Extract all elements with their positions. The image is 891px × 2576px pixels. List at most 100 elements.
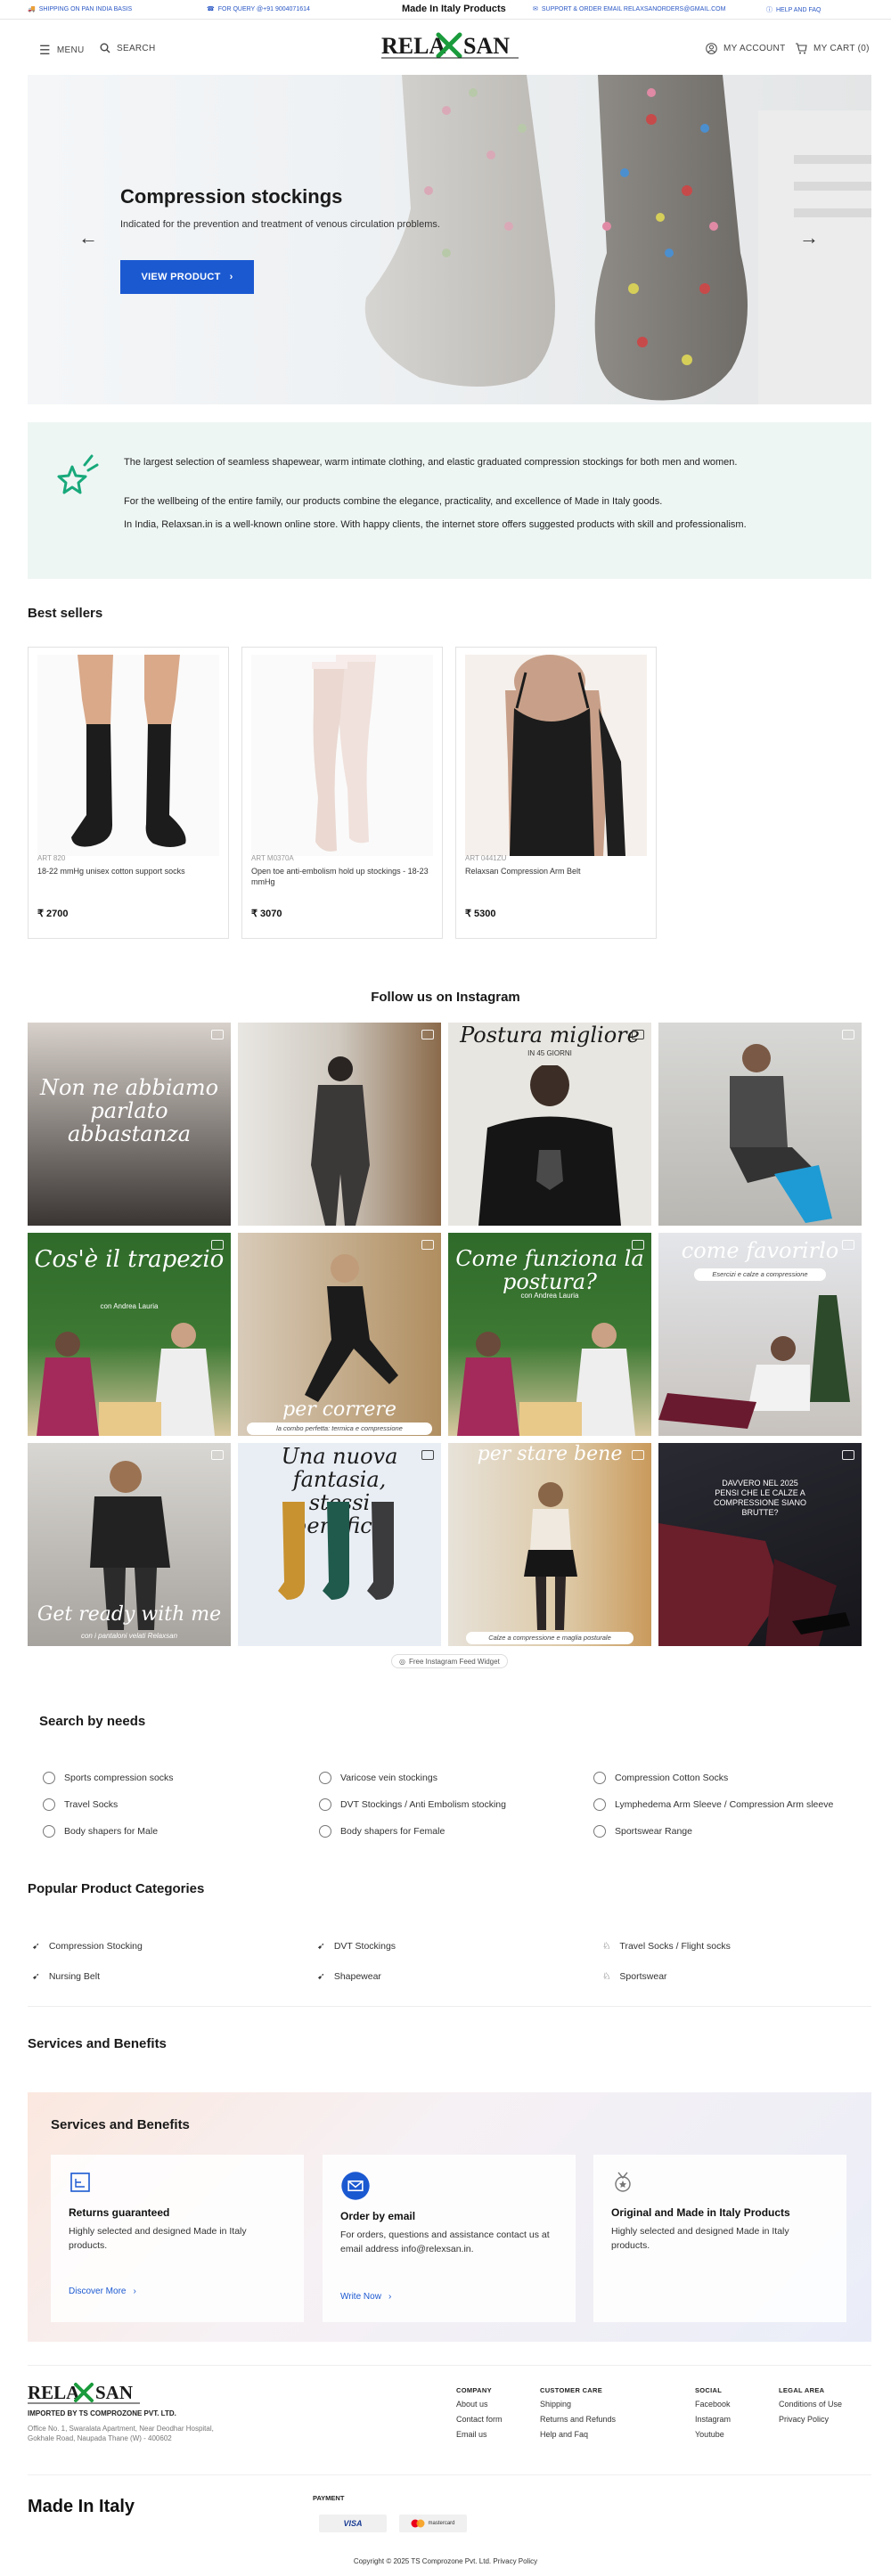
footer-link[interactable]: Conditions of Use — [779, 2400, 842, 2409]
instagram-post[interactable]: Una nuova fantasia, stessi benefici. — [238, 1443, 441, 1646]
top-bar: 🚚 SHIPPING ON PAN INDIA BASIS ☎ FOR QUER… — [0, 0, 891, 20]
svg-text:SAN: SAN — [95, 2382, 133, 2403]
svg-text:RELA: RELA — [28, 2382, 80, 2403]
video-icon — [211, 1450, 224, 1460]
link-label: Discover More — [69, 2287, 127, 2296]
service-card: Order by email For orders, questions and… — [323, 2155, 576, 2322]
product-card[interactable]: ART M0370A Open toe anti-embolism hold u… — [241, 647, 443, 939]
footer-link[interactable]: Help and Faq — [540, 2430, 588, 2439]
footer-link[interactable]: Youtube — [695, 2430, 724, 2439]
instagram-title: Follow us on Instagram — [371, 990, 520, 1005]
footer-logo[interactable]: RELA SAN — [28, 2380, 143, 2409]
email-icon — [341, 2172, 370, 2200]
video-icon — [421, 1030, 434, 1039]
footer-heading-legal: LEGAL AREA — [779, 2386, 825, 2394]
divider — [28, 2006, 871, 2007]
vein-icon — [319, 1772, 331, 1784]
category-item[interactable]: ♘ Sportswear — [602, 1971, 667, 1982]
product-image[interactable] — [37, 655, 219, 856]
view-product-button[interactable]: VIEW PRODUCT › — [120, 260, 254, 294]
search-button[interactable]: SEARCH — [100, 43, 155, 53]
query-info[interactable]: ☎ FOR QUERY @+91 9004071614 — [207, 5, 310, 13]
category-item[interactable]: ➹ DVT Stockings — [317, 1941, 396, 1952]
instagram-post[interactable]: Come funziona la postura? con Andrea Lau… — [448, 1233, 651, 1436]
instagram-post[interactable]: Cos'è il trapezio con Andrea Lauria — [28, 1233, 231, 1436]
need-label: DVT Stockings / Anti Embolism stocking — [340, 1799, 506, 1810]
product-card[interactable]: ART 0441ZU Relaxsan Compression Arm Belt… — [455, 647, 657, 939]
need-item[interactable]: Compression Cotton Socks — [593, 1772, 728, 1784]
product-image[interactable] — [465, 655, 647, 856]
needs-title: Search by needs — [39, 1714, 146, 1729]
need-item[interactable]: DVT Stockings / Anti Embolism stocking — [319, 1798, 506, 1811]
need-item[interactable]: Body shapers for Female — [319, 1825, 445, 1838]
category-item[interactable]: ➹ Nursing Belt — [32, 1971, 100, 1982]
menu-button[interactable]: ☰ MENU — [39, 43, 85, 58]
stocking-icon: ➹ — [32, 1941, 40, 1952]
category-item[interactable]: ➹ Shapewear — [317, 1971, 381, 1982]
info-paragraph-1: The largest selection of seamless shapew… — [124, 457, 738, 468]
hero-next-arrow-icon[interactable]: → — [799, 226, 819, 249]
support-text: SUPPORT & ORDER EMAIL RELAXSANORDERS@GMA… — [541, 5, 726, 12]
footer-link[interactable]: Contact form — [456, 2415, 503, 2424]
help-link[interactable]: ⓘ HELP AND FAQ — [766, 5, 821, 14]
sports-icon — [43, 1772, 55, 1784]
footer-link[interactable]: Email us — [456, 2430, 487, 2439]
category-item[interactable]: ➹ Compression Stocking — [32, 1941, 143, 1952]
instagram-post[interactable]: per stare bene Calze a compressione e ma… — [448, 1443, 651, 1646]
service-text: Highly selected and designed Made in Ita… — [611, 2226, 789, 2251]
write-now-link[interactable]: Write Now › — [340, 2292, 391, 2302]
footer-link[interactable]: About us — [456, 2400, 488, 2409]
support-info[interactable]: ✉ SUPPORT & ORDER EMAIL RELAXSANORDERS@G… — [533, 5, 726, 13]
payment-heading: PAYMENT — [313, 2494, 345, 2502]
info-paragraph-3: In India, Relaxsan.in is a well-known on… — [124, 519, 747, 530]
shipping-text: SHIPPING ON PAN INDIA BASIS — [38, 5, 133, 12]
instagram-post[interactable]: per correre la combo perfetta: termica e… — [238, 1233, 441, 1436]
visa-icon: VISA — [319, 2515, 387, 2532]
product-code: ART 820 — [37, 854, 66, 862]
footer-link[interactable]: Privacy Policy — [779, 2415, 829, 2424]
chevron-right-icon: › — [229, 272, 233, 282]
category-label: Nursing Belt — [48, 1971, 101, 1982]
hero-title: Compression stockings — [120, 185, 343, 208]
footer-link[interactable]: Instagram — [695, 2415, 731, 2424]
instagram-post[interactable]: DAVVERO NEL 2025 PENSI CHE LE CALZE A CO… — [658, 1443, 862, 1646]
footer-heading-social: SOCIAL — [695, 2386, 723, 2394]
footer-link[interactable]: Facebook — [695, 2400, 731, 2409]
svg-text:RELA: RELA — [381, 33, 446, 59]
post-subcaption: Calze a compressione e maglia posturale — [466, 1632, 634, 1644]
instagram-post[interactable]: Get ready with me con i pantaloni velati… — [28, 1443, 231, 1646]
need-item[interactable]: Varicose vein stockings — [319, 1772, 437, 1784]
services-inner-title: Services and Benefits — [51, 2117, 190, 2132]
discover-more-link[interactable]: Discover More › — [69, 2287, 136, 2296]
product-name[interactable]: Open toe anti-embolism hold up stockings… — [251, 866, 429, 887]
product-image[interactable] — [251, 655, 433, 856]
account-button[interactable]: MY ACCOUNT — [706, 43, 786, 54]
instagram-post[interactable]: Non ne abbiamo parlato abbastanza — [28, 1023, 231, 1226]
copyright-text: Copyright © 2025 TS Comprozone Pvt. Ltd.… — [353, 2557, 538, 2565]
need-item[interactable]: Travel Socks — [43, 1798, 118, 1811]
product-name[interactable]: 18-22 mmHg unisex cotton support socks — [37, 866, 216, 876]
instagram-post[interactable]: Postura migliore IN 45 GIORNI — [448, 1023, 651, 1226]
instagram-post[interactable]: come favorirlo Esercizi e calze a compre… — [658, 1233, 862, 1436]
relaxsan-logo[interactable]: RELA SAN — [380, 30, 522, 61]
instagram-post[interactable] — [658, 1023, 862, 1226]
instagram-post[interactable] — [238, 1023, 441, 1226]
instagram-widget-badge[interactable]: ◎ Free Instagram Feed Widget — [391, 1654, 508, 1668]
hero-prev-arrow-icon[interactable]: ← — [78, 226, 98, 249]
shapewear-icon: ➹ — [317, 1971, 325, 1982]
footer-link[interactable]: Shipping — [540, 2400, 571, 2409]
bestsellers-title: Best sellers — [28, 606, 103, 621]
product-name[interactable]: Relaxsan Compression Arm Belt — [465, 866, 643, 876]
post-subcaption: con Andrea Lauria — [100, 1302, 159, 1310]
post-subcaption: con i pantaloni velati Relaxsan — [80, 1632, 178, 1640]
need-item[interactable]: Body shapers for Male — [43, 1825, 158, 1838]
need-item[interactable]: Lymphedema Arm Sleeve / Compression Arm … — [593, 1798, 833, 1811]
cart-button[interactable]: MY CART (0) — [795, 43, 870, 54]
search-icon — [100, 43, 110, 53]
footer-link[interactable]: Returns and Refunds — [540, 2415, 616, 2424]
category-label: Sportswear — [619, 1971, 667, 1982]
category-item[interactable]: ♘ Travel Socks / Flight socks — [602, 1941, 731, 1952]
product-card[interactable]: ART 820 18-22 mmHg unisex cotton support… — [28, 647, 229, 939]
need-item[interactable]: Sports compression socks — [43, 1772, 174, 1784]
need-item[interactable]: Sportswear Range — [593, 1825, 692, 1838]
